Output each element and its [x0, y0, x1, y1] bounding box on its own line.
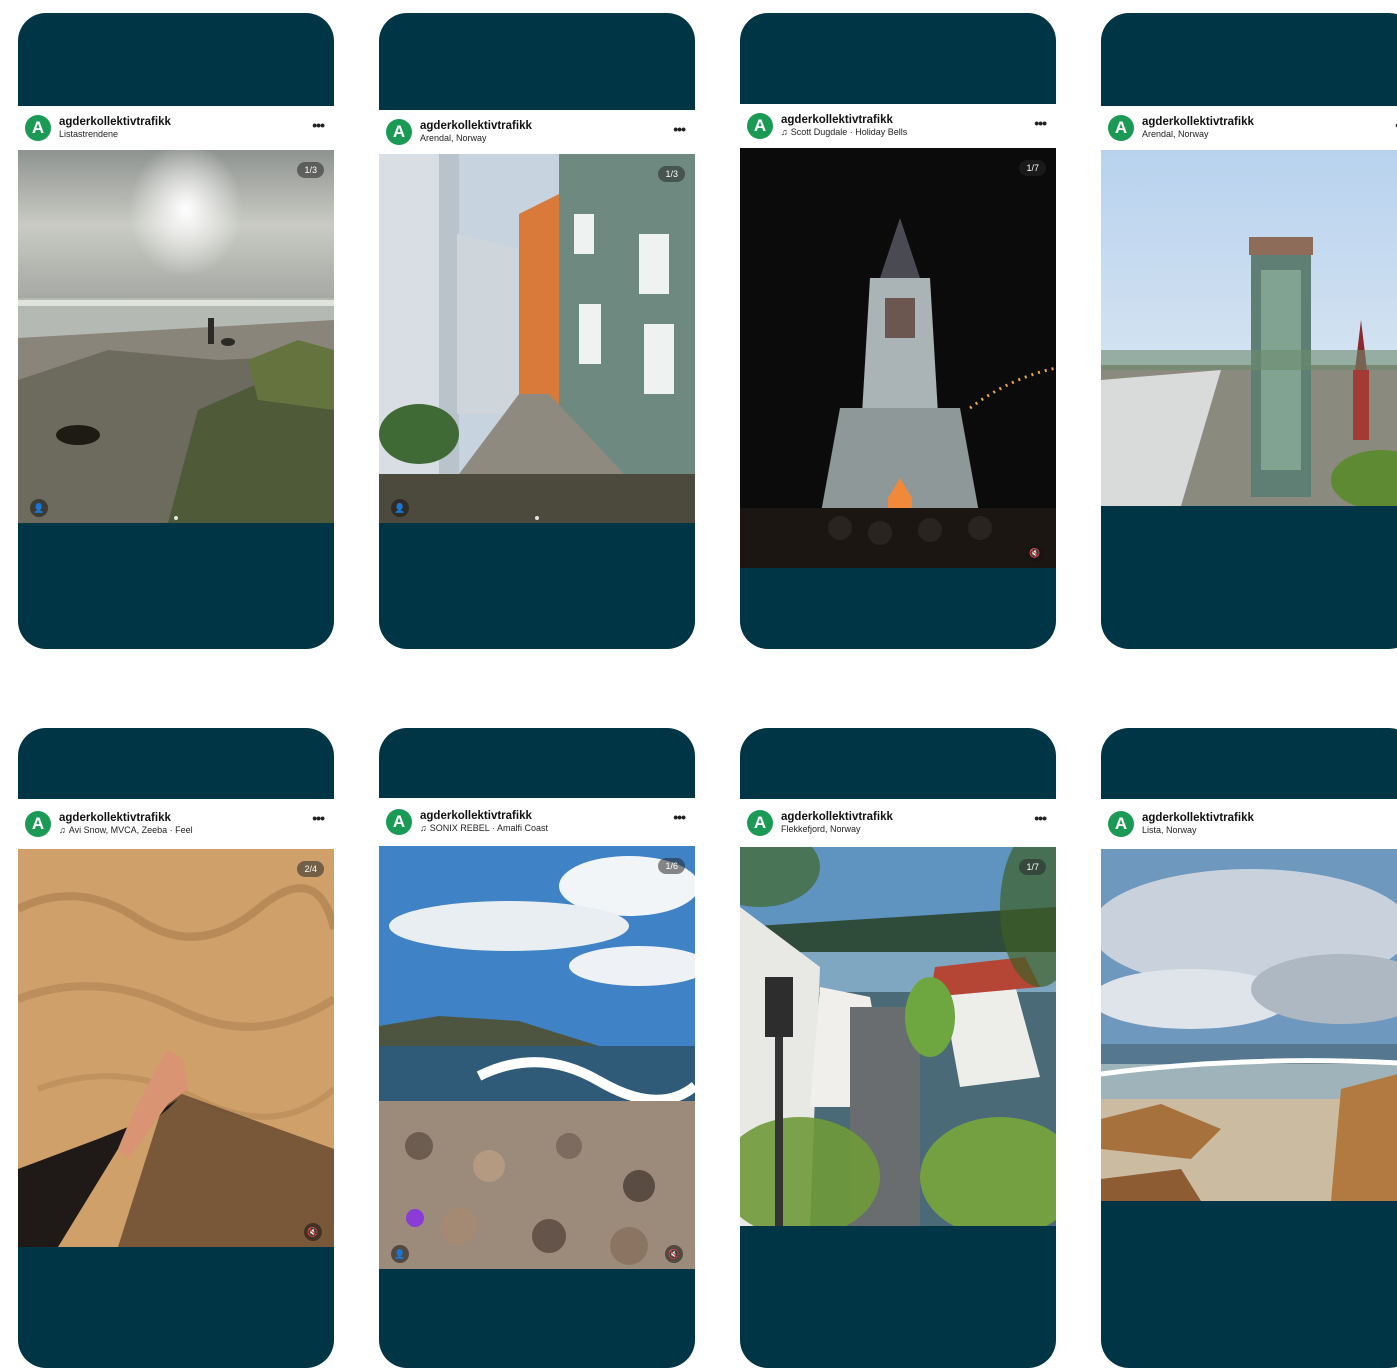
music-note-icon: ♫ [420, 823, 427, 834]
slide-counter: 1/7 [1019, 160, 1046, 176]
story-card[interactable]: A agderkollektivtrafikk Arendal, Norway … [1101, 13, 1397, 649]
post-header: A agderkollektivtrafikk ♫ SONIX REBEL · A… [379, 798, 695, 846]
slide-counter: 1/3 [297, 162, 324, 178]
user-tag-icon[interactable]: 👤 [30, 499, 48, 517]
post-header: A agderkollektivtrafikk Flekkefjord, Nor… [740, 799, 1056, 847]
post-image [1101, 849, 1397, 1201]
username[interactable]: agderkollektivtrafikk [59, 812, 193, 825]
post-preview: A agderkollektivtrafikk ♫ Avi Snow, MVCA,… [18, 799, 334, 1247]
more-options-icon[interactable]: ••• [673, 809, 686, 825]
post-header: A agderkollektivtrafikk Lista, Norway [1101, 799, 1397, 849]
post-image: 1/7 [740, 847, 1056, 1226]
post-header: A agderkollektivtrafikk ♫ Avi Snow, MVCA,… [18, 799, 334, 849]
music-label[interactable]: ♫ SONIX REBEL · Amalfi Coast [420, 823, 548, 833]
music-note-icon: ♫ [59, 825, 66, 836]
post-header: A agderkollektivtrafikk ♫ Scott Dugdale ·… [740, 104, 1056, 148]
more-options-icon[interactable]: ••• [312, 810, 325, 826]
avatar[interactable]: A [386, 809, 412, 835]
music-label[interactable]: ♫ Avi Snow, MVCA, Zeeba · Feel [59, 825, 193, 835]
story-card[interactable]: A agderkollektivtrafikk Arendal, Norway … [379, 13, 695, 649]
location-label: Lista, Norway [1142, 825, 1197, 836]
location-label: Flekkefjord, Norway [781, 824, 861, 835]
location-label: Listastrendene [59, 129, 119, 140]
story-card[interactable]: A agderkollektivtrafikk Listastrendene •… [18, 13, 334, 649]
avatar[interactable]: A [747, 810, 773, 836]
username[interactable]: agderkollektivtrafikk [781, 811, 893, 824]
post-preview: A agderkollektivtrafikk Flekkefjord, Nor… [740, 799, 1056, 1226]
user-tag-icon[interactable]: 👤 [391, 499, 409, 517]
carousel-dot [535, 516, 539, 520]
mute-icon[interactable]: 🔇 [1026, 544, 1044, 562]
story-card[interactable]: A agderkollektivtrafikk Lista, Norway [1101, 728, 1397, 1368]
slide-counter: 1/7 [1019, 859, 1046, 875]
slide-counter: 1/6 [658, 858, 685, 874]
username[interactable]: agderkollektivtrafikk [420, 120, 532, 133]
music-note-icon: ♫ [781, 127, 788, 138]
avatar[interactable]: A [1108, 115, 1134, 141]
avatar[interactable]: A [747, 113, 773, 139]
avatar[interactable]: A [25, 115, 51, 141]
more-options-icon[interactable]: ••• [312, 117, 325, 133]
username[interactable]: agderkollektivtrafikk [59, 116, 171, 129]
post-preview: A agderkollektivtrafikk ♫ Scott Dugdale ·… [740, 104, 1056, 568]
username[interactable]: agderkollektivtrafikk [1142, 812, 1254, 825]
story-card[interactable]: A agderkollektivtrafikk Flekkefjord, Nor… [740, 728, 1056, 1368]
story-card[interactable]: A agderkollektivtrafikk ♫ Scott Dugdale ·… [740, 13, 1056, 649]
location-label: Arendal, Norway [420, 133, 487, 144]
post-preview: A agderkollektivtrafikk Arendal, Norway … [379, 110, 695, 523]
post-preview: A agderkollektivtrafikk Arendal, Norway … [1101, 106, 1397, 506]
post-image: 1/6 👤 🔇 [379, 846, 695, 1269]
story-card[interactable]: A agderkollektivtrafikk ♫ SONIX REBEL · A… [379, 728, 695, 1368]
avatar[interactable]: A [25, 811, 51, 837]
story-card[interactable]: A agderkollektivtrafikk ♫ Avi Snow, MVCA,… [18, 728, 334, 1368]
more-options-icon[interactable]: ••• [1034, 810, 1047, 826]
post-header: A agderkollektivtrafikk Arendal, Norway … [379, 110, 695, 154]
user-tag-icon[interactable]: 👤 [391, 1245, 409, 1263]
mute-icon[interactable]: 🔇 [665, 1245, 683, 1263]
post-preview: A agderkollektivtrafikk Lista, Norway [1101, 799, 1397, 1201]
username[interactable]: agderkollektivtrafikk [781, 114, 907, 127]
more-options-icon[interactable]: ••• [1034, 115, 1047, 131]
post-image: 2/4 🔇 [18, 849, 334, 1247]
post-image: 1/3 👤 [18, 150, 334, 523]
story-grid: A agderkollektivtrafikk Listastrendene •… [0, 0, 1397, 1368]
music-label[interactable]: ♫ Scott Dugdale · Holiday Bells [781, 127, 907, 137]
more-options-icon[interactable]: ••• [673, 121, 686, 137]
post-image: 1/ [1101, 150, 1397, 506]
username[interactable]: agderkollektivtrafikk [1142, 116, 1254, 129]
avatar[interactable]: A [386, 119, 412, 145]
post-image: 1/3 👤 [379, 154, 695, 523]
post-header: A agderkollektivtrafikk Listastrendene •… [18, 106, 334, 150]
post-image: 1/7 🔇 [740, 148, 1056, 568]
carousel-dot [174, 516, 178, 520]
post-preview: A agderkollektivtrafikk Listastrendene •… [18, 106, 334, 523]
mute-icon[interactable]: 🔇 [304, 1223, 322, 1241]
location-label: Arendal, Norway [1142, 129, 1209, 140]
post-preview: A agderkollektivtrafikk ♫ SONIX REBEL · A… [379, 798, 695, 1269]
slide-counter: 2/4 [297, 861, 324, 877]
avatar[interactable]: A [1108, 811, 1134, 837]
post-header: A agderkollektivtrafikk Arendal, Norway … [1101, 106, 1397, 150]
slide-counter: 1/3 [658, 166, 685, 182]
username[interactable]: agderkollektivtrafikk [420, 810, 548, 823]
